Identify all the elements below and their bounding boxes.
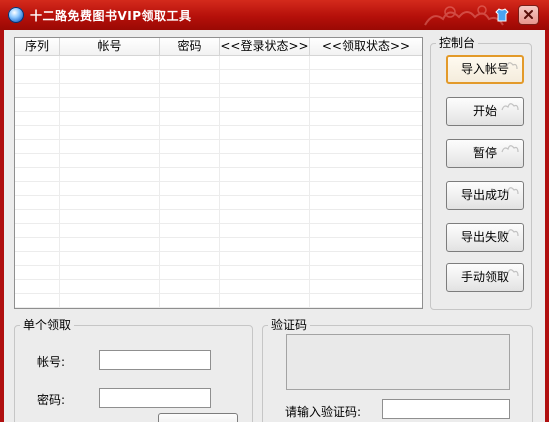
account-label: 帐号: (37, 355, 66, 369)
pause-button[interactable]: 暂停 (446, 139, 524, 168)
manual-claim-button[interactable]: 手动领取 (446, 263, 524, 292)
single-claim-title: 单个领取 (20, 318, 75, 332)
list-header: 序列 帐号 密码 <<登录状态>> <<领取状态>> (15, 38, 422, 56)
column-divider (219, 56, 220, 308)
column-divider (59, 56, 60, 308)
start-button[interactable]: 开始 (446, 97, 524, 126)
app-globe-icon (8, 7, 24, 23)
start-label: 开始 (472, 104, 497, 118)
column-header-claim-status[interactable]: <<领取状态>> (310, 38, 422, 55)
password-input[interactable] (99, 388, 211, 408)
export-failed-button[interactable]: 导出失败 (446, 223, 524, 252)
cloud-decoration-icon (501, 269, 519, 277)
cloud-decoration-icon (501, 145, 519, 153)
column-header-index[interactable]: 序列 (15, 38, 60, 55)
cloud-decoration-icon (501, 187, 519, 195)
single-claim-submit-button[interactable] (158, 413, 238, 422)
close-button[interactable] (518, 5, 539, 25)
account-input[interactable] (99, 350, 211, 370)
column-header-account[interactable]: 帐号 (60, 38, 160, 55)
title-bar[interactable]: 十二路免费图书VIP领取工具 (0, 0, 549, 30)
pause-label: 暂停 (472, 146, 497, 160)
column-header-password[interactable]: 密码 (160, 38, 220, 55)
skin-shirt-icon[interactable] (495, 8, 509, 22)
import-accounts-button[interactable]: 导入帐号 (446, 55, 524, 84)
column-divider (309, 56, 310, 308)
captcha-input-label: 请输入验证码: (285, 405, 362, 419)
cloud-decoration-icon (500, 62, 518, 70)
window-title: 十二路免费图书VIP领取工具 (30, 9, 192, 23)
captcha-image[interactable] (286, 334, 510, 390)
captcha-title: 验证码 (268, 318, 311, 332)
main-panel: 序列 帐号 密码 <<登录状态>> <<领取状态>> 控制台 导入帐号 开始 暂… (4, 30, 545, 422)
column-header-login-status[interactable]: <<登录状态>> (220, 38, 310, 55)
cloud-decoration-icon (501, 103, 519, 111)
app-window: 十二路免费图书VIP领取工具 序列 帐号 密码 <<登录状态>> <<领取状态>… (0, 0, 549, 422)
cloud-decoration-icon (501, 229, 519, 237)
column-divider (159, 56, 160, 308)
close-icon (524, 10, 533, 19)
control-panel-title: 控制台 (436, 36, 479, 50)
account-list[interactable]: 序列 帐号 密码 <<登录状态>> <<领取状态>> (14, 37, 423, 309)
password-label: 密码: (37, 393, 66, 407)
captcha-input[interactable] (382, 399, 510, 419)
export-success-button[interactable]: 导出成功 (446, 181, 524, 210)
